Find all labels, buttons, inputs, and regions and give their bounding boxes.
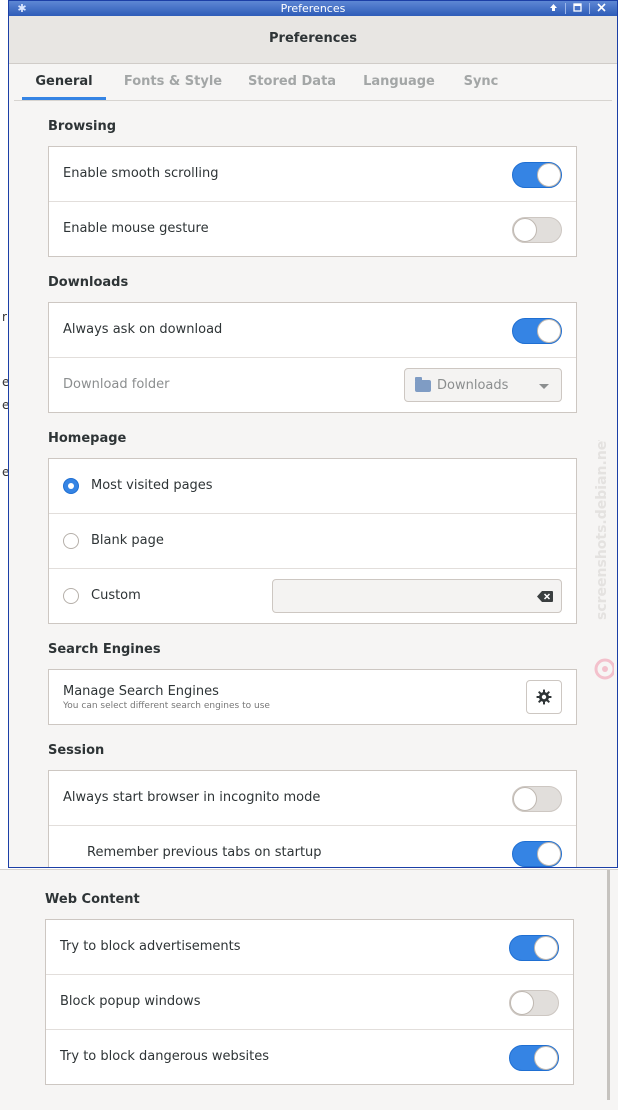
always-ask-row: Always ask on download: [49, 303, 576, 358]
tab-bar: General Fonts & Style Stored Data Langua…: [14, 64, 612, 101]
tab-stored-data[interactable]: Stored Data: [240, 64, 344, 100]
tab-fonts-style[interactable]: Fonts & Style: [118, 64, 228, 100]
switch-knob: [537, 842, 561, 866]
background-text-fragment: r: [2, 310, 7, 324]
mouse-gesture-row: Enable mouse gesture: [49, 202, 576, 257]
arrow-up-icon: [549, 4, 557, 11]
switch-knob: [537, 163, 561, 187]
section-heading-session: Session: [48, 743, 105, 758]
incognito-row: Always start browser in incognito mode: [49, 771, 576, 826]
switch-knob: [510, 991, 534, 1015]
remember-tabs-row: Remember previous tabs on startup: [49, 826, 576, 867]
chevron-down-icon: [539, 384, 549, 389]
watermark-logo-dot: [602, 666, 608, 672]
always-ask-label: Always ask on download: [63, 322, 223, 337]
preferences-window-scrolled: Web Content Try to block advertisements …: [0, 869, 618, 1114]
radio-most-visited[interactable]: [63, 478, 79, 494]
search-engines-box: Manage Search Engines You can select dif…: [48, 669, 577, 725]
homepage-option-blank[interactable]: Blank page: [49, 514, 576, 569]
manage-search-engines-subtitle: You can select different search engines …: [63, 701, 270, 711]
window-bottom-edge: [0, 1110, 618, 1114]
remember-tabs-label: Remember previous tabs on startup: [87, 845, 322, 860]
incognito-label: Always start browser in incognito mode: [63, 790, 321, 805]
section-heading-web-content: Web Content: [45, 892, 140, 907]
download-folder-value: Downloads: [437, 378, 509, 393]
custom-homepage-input[interactable]: [272, 579, 562, 613]
close-icon: [596, 3, 606, 12]
maximize-icon: [572, 3, 582, 12]
homepage-option-most-visited[interactable]: Most visited pages: [49, 459, 576, 514]
homepage-box: Most visited pages Blank page Custom: [48, 458, 577, 624]
scrollbar[interactable]: [607, 870, 610, 1100]
app-icon: ✱: [17, 2, 27, 15]
mouse-gesture-label: Enable mouse gesture: [63, 221, 209, 236]
web-content-box: Try to block advertisements Block popup …: [45, 919, 574, 1085]
block-popups-row: Block popup windows: [46, 975, 573, 1030]
watermark-text: screenshots.debian.net: [594, 440, 610, 620]
session-box: Always start browser in incognito mode R…: [48, 770, 577, 867]
block-popups-label: Block popup windows: [60, 994, 201, 1009]
smooth-scrolling-row: Enable smooth scrolling: [49, 147, 576, 202]
window-title: Preferences: [280, 2, 346, 15]
block-ads-row: Try to block advertisements: [46, 920, 573, 975]
homepage-option-custom[interactable]: Custom: [49, 569, 576, 624]
block-popups-switch[interactable]: [509, 990, 559, 1016]
download-folder-dropdown[interactable]: Downloads: [404, 368, 562, 402]
window-titlebar[interactable]: ✱ Preferences: [9, 1, 617, 16]
watermark: screenshots.debian.net: [594, 440, 614, 680]
block-ads-switch[interactable]: [509, 935, 559, 961]
manage-search-engines-row[interactable]: Manage Search Engines You can select dif…: [49, 670, 576, 725]
downloads-box: Always ask on download Download folder D…: [48, 302, 577, 413]
titlebar-separator: [565, 3, 566, 14]
tab-general[interactable]: General: [22, 64, 106, 100]
blank-page-label: Blank page: [91, 533, 164, 548]
search-engines-settings-button[interactable]: [526, 680, 562, 714]
preferences-window: ✱ Preferences Preferences General Fonts …: [8, 0, 618, 868]
always-ask-switch[interactable]: [512, 318, 562, 344]
general-settings-page[interactable]: Browsing Enable smooth scrolling Enable …: [9, 102, 617, 867]
switch-knob: [513, 218, 537, 242]
window-shade-button[interactable]: [543, 1, 563, 16]
section-heading-downloads: Downloads: [48, 275, 129, 290]
clear-text-icon[interactable]: [537, 591, 553, 602]
smooth-scrolling-label: Enable smooth scrolling: [63, 166, 219, 181]
switch-knob: [534, 936, 558, 960]
section-heading-browsing: Browsing: [48, 119, 117, 134]
download-folder-label: Download folder: [63, 377, 170, 392]
radio-blank-page[interactable]: [63, 533, 79, 549]
switch-knob: [534, 1046, 558, 1070]
block-dangerous-row: Try to block dangerous websites: [46, 1030, 573, 1085]
tab-sync[interactable]: Sync: [454, 64, 508, 100]
switch-knob: [513, 787, 537, 811]
folder-icon: [415, 377, 431, 392]
switch-knob: [537, 319, 561, 343]
custom-label: Custom: [91, 588, 141, 603]
remember-tabs-switch[interactable]: [512, 841, 562, 867]
section-heading-homepage: Homepage: [48, 431, 127, 446]
header-title: Preferences: [269, 31, 357, 46]
incognito-switch[interactable]: [512, 786, 562, 812]
block-ads-label: Try to block advertisements: [60, 939, 241, 954]
most-visited-label: Most visited pages: [91, 478, 213, 493]
smooth-scrolling-switch[interactable]: [512, 162, 562, 188]
header-bar: Preferences: [9, 16, 617, 64]
block-dangerous-switch[interactable]: [509, 1045, 559, 1071]
download-folder-row: Download folder Downloads: [49, 358, 576, 413]
window-maximize-button[interactable]: [567, 1, 587, 16]
section-heading-search-engines: Search Engines: [48, 642, 161, 657]
tab-language[interactable]: Language: [356, 64, 442, 100]
browsing-box: Enable smooth scrolling Enable mouse ges…: [48, 146, 577, 257]
manage-search-engines-label: Manage Search Engines: [63, 684, 219, 699]
gear-icon: [536, 689, 552, 705]
radio-custom[interactable]: [63, 588, 79, 604]
block-dangerous-label: Try to block dangerous websites: [60, 1049, 270, 1064]
window-close-button[interactable]: [591, 1, 611, 16]
titlebar-separator: [589, 3, 590, 14]
mouse-gesture-switch[interactable]: [512, 217, 562, 243]
